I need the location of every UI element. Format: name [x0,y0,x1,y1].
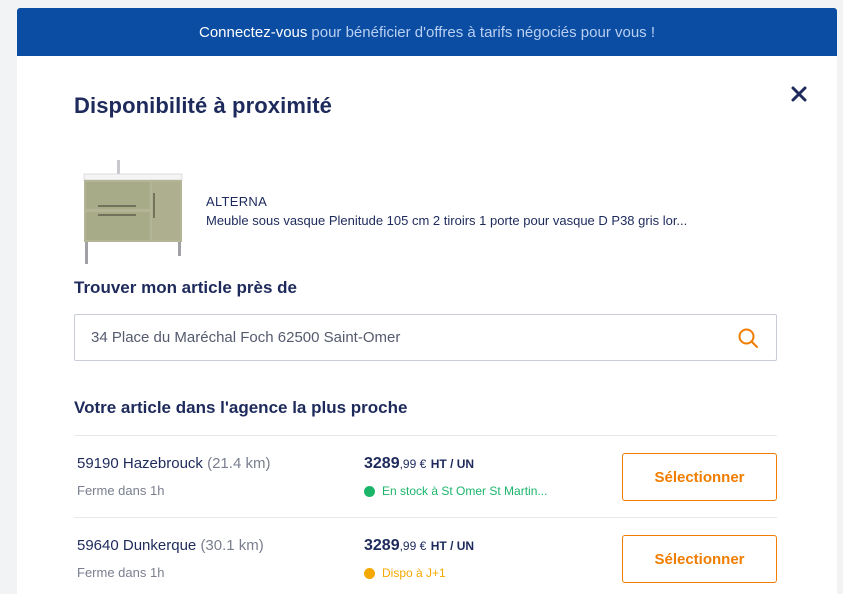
close-icon[interactable] [788,83,810,105]
agency-row: 59640 Dunkerque (30.1 km) Ferme dans 1h … [74,517,777,594]
address-input[interactable] [91,315,711,360]
agency-row: 59190 Hazebrouck (21.4 km) Ferme dans 1h… [74,435,777,517]
stock-status: Dispo à J+1 [364,566,446,580]
closing-time: Ferme dans 1h [77,483,165,498]
banner-text: pour bénéficier d'offres à tarifs négoci… [311,23,656,41]
login-banner[interactable]: Connectez-vous pour bénéficier d'offres … [17,8,837,56]
stock-status: En stock à St Omer St Martin... [364,484,547,498]
agency-name: 59190 Hazebrouck (21.4 km) [77,455,271,472]
product-description: Meuble sous vasque Plenitude 105 cm 2 ti… [206,213,688,228]
price: 3289,99 € HT / UN [364,455,475,472]
availability-modal: Connectez-vous pour bénéficier d'offres … [17,8,837,594]
agency-distance: (30.1 km) [200,537,264,554]
product-image [83,160,183,264]
stock-dot-icon [364,485,375,497]
closing-time: Ferme dans 1h [77,565,165,580]
search-icon[interactable] [737,327,759,349]
select-button[interactable]: Sélectionner [622,535,777,583]
stock-dot-icon [364,567,375,579]
select-button[interactable]: Sélectionner [622,453,777,501]
agency-distance: (21.4 km) [207,455,271,472]
login-link[interactable]: Connectez-vous [199,24,307,41]
results-title: Votre article dans l'agence la plus proc… [74,398,408,417]
price: 3289,99 € HT / UN [364,537,475,554]
agency-name: 59640 Dunkerque (30.1 km) [77,537,264,554]
address-search[interactable] [74,314,777,361]
search-label: Trouver mon article près de [74,278,297,297]
product-brand: ALTERNA [206,194,268,209]
modal-title: Disponibilité à proximité [74,93,332,118]
